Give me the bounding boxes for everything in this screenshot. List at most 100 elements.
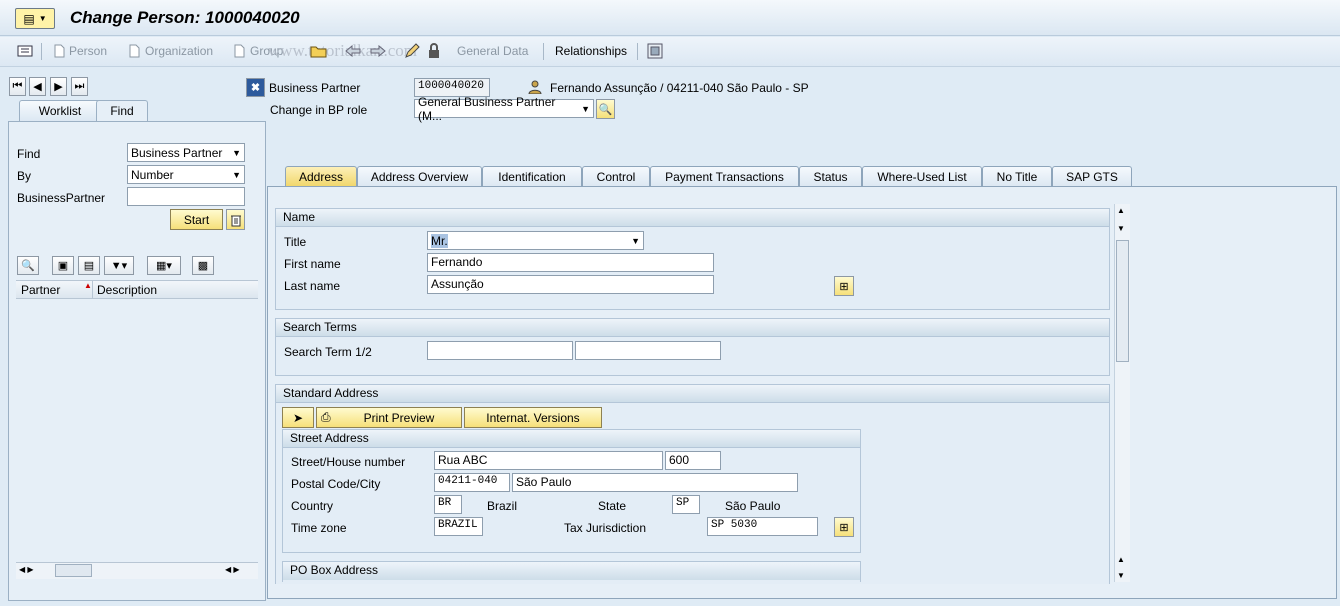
sort-ascending-icon: ▲ [84,281,92,290]
last-name-field[interactable]: Assunção [427,275,714,294]
tab-control[interactable]: Control [582,166,650,187]
state-field[interactable]: SP [672,495,700,514]
page-title: Change Person: 1000040020 [70,8,300,27]
organization-doc-icon [127,43,141,59]
tab-sap-gts-label: SAP GTS [1066,170,1118,184]
close-panel-icon[interactable]: ✖ [246,78,265,97]
horizontal-scrollbar[interactable] [16,562,258,579]
chevron-down-icon: ▼ [581,103,590,114]
more-address-fields-icon[interactable]: ⊞ [834,517,854,537]
person-icon [526,78,544,96]
find-next-icon[interactable]: ▤ [78,256,100,275]
tab-identification-label: Identification [498,170,566,184]
tab-address-label: Address [298,170,344,184]
find-label: Find [17,147,41,161]
postal-city-label: Postal Code/City [291,477,381,491]
search-terms-heading: Search Terms [276,319,1109,337]
scroll-right-icon[interactable]: ◀ ▶ [225,565,240,574]
last-page-button[interactable]: ⏭ [71,77,88,96]
back-arrow-icon[interactable] [344,42,362,60]
street-address-heading: Street Address [283,430,860,448]
tab-no-title[interactable]: No Title [982,166,1052,187]
more-fields-icon[interactable]: ⊞ [834,276,854,296]
scroll-up-step-icon[interactable]: ▼ [1117,224,1125,233]
house-number-field[interactable]: 600 [665,451,721,470]
postal-code-field[interactable]: 04211-040 [434,473,510,492]
column-divider [92,281,93,298]
chevron-down-icon: ▼ [232,169,241,180]
search-term-2-field[interactable] [575,341,721,360]
find-dropdown[interactable]: Business Partner ▼ [127,143,245,162]
trash-icon[interactable] [226,209,245,230]
tab-control-label: Control [596,170,636,184]
role-label: Change in BP role [270,103,368,117]
tab-identification[interactable]: Identification [482,166,582,187]
po-box-heading: PO Box Address [283,562,860,580]
first-name-field[interactable]: Fernando [427,253,714,272]
printer-icon: ⎙ [321,410,331,424]
column-description[interactable]: Description [97,283,157,297]
country-field[interactable]: BR [434,495,462,514]
vertical-scroll-thumb[interactable] [1116,240,1129,362]
city-field[interactable]: São Paulo [512,473,798,492]
scroll-left-icon[interactable]: ◀ ▶ [19,565,34,574]
street-field[interactable]: Rua ABC [434,451,663,470]
search-term-1-field[interactable] [427,341,573,360]
forward-arrow-icon[interactable] [369,42,387,60]
print-preview-label: Print Preview [363,410,435,425]
tax-jurisdiction-field[interactable]: SP 5030 [707,517,818,536]
tab-worklist-label: Worklist [38,104,82,118]
scroll-up-icon[interactable]: ▲ [1117,206,1125,215]
hierarchy-icon[interactable] [16,43,34,59]
column-partner[interactable]: Partner [21,283,60,297]
person-button[interactable]: Person [69,44,107,58]
tab-find[interactable]: Find [96,100,148,121]
person-doc-icon [52,43,66,59]
prev-page-button[interactable]: ◀ [29,77,46,96]
menu-button[interactable]: ▤ ▼ [15,8,55,29]
details-icon[interactable]: 🔍 [17,256,39,275]
chevron-down-icon: ▼ [631,235,640,246]
change-pencil-icon[interactable] [403,42,421,60]
relationships-button[interactable]: Relationships [555,44,627,58]
title-dropdown[interactable]: Mr. ▼ [427,231,644,250]
organization-button[interactable]: Organization [145,44,213,58]
role-details-icon[interactable]: 🔍 [596,99,615,119]
name-section-heading: Name [276,209,1109,227]
scroll-thumb[interactable] [55,564,92,577]
next-page-button[interactable]: ▶ [50,77,67,96]
general-data-button[interactable]: General Data [457,44,528,58]
tab-status[interactable]: Status [799,166,862,187]
po-box-group: PO Box Address [282,561,861,582]
by-dropdown[interactable]: Number ▼ [127,165,245,184]
tab-status-label: Status [813,170,848,184]
tab-address[interactable]: Address [285,166,357,187]
country-name: Brazil [487,499,518,513]
by-label: By [17,169,32,183]
start-button[interactable]: Start [170,209,223,230]
last-name-label: Last name [284,279,341,293]
navigate-icon[interactable]: ➤ [282,407,314,428]
bp-search-input[interactable] [127,187,245,206]
tab-address-overview[interactable]: Address Overview [357,166,482,187]
tab-payment-transactions[interactable]: Payment Transactions [650,166,799,187]
title-label: Title [284,235,307,249]
open-folder-icon[interactable] [310,42,328,60]
tab-where-used-list[interactable]: Where-Used List [862,166,982,187]
tab-worklist[interactable]: Worklist [19,100,101,121]
tab-sap-gts[interactable]: SAP GTS [1052,166,1132,187]
print-preview-button[interactable]: ⎙ Print Preview [316,407,462,428]
scroll-down-icon[interactable]: ▼ [1117,571,1125,580]
tab-no-title-label: No Title [996,170,1038,184]
role-dropdown[interactable]: General Business Partner (M... ▼ [414,95,594,123]
layout-icon[interactable]: ▦▾ [147,256,181,275]
filter-icon[interactable]: ▼▾ [104,256,134,275]
display-icon[interactable] [646,42,664,60]
timezone-field[interactable]: BRAZIL [434,517,483,536]
lock-icon[interactable] [425,42,443,60]
scroll-down-step-icon[interactable]: ▲ [1117,555,1125,564]
internat-versions-button[interactable]: Internat. Versions [464,407,602,428]
first-page-button[interactable]: ⏮ [9,77,26,96]
export-icon[interactable]: ▩ [192,256,214,275]
find-binoculars-icon[interactable]: ▣ [52,256,74,275]
